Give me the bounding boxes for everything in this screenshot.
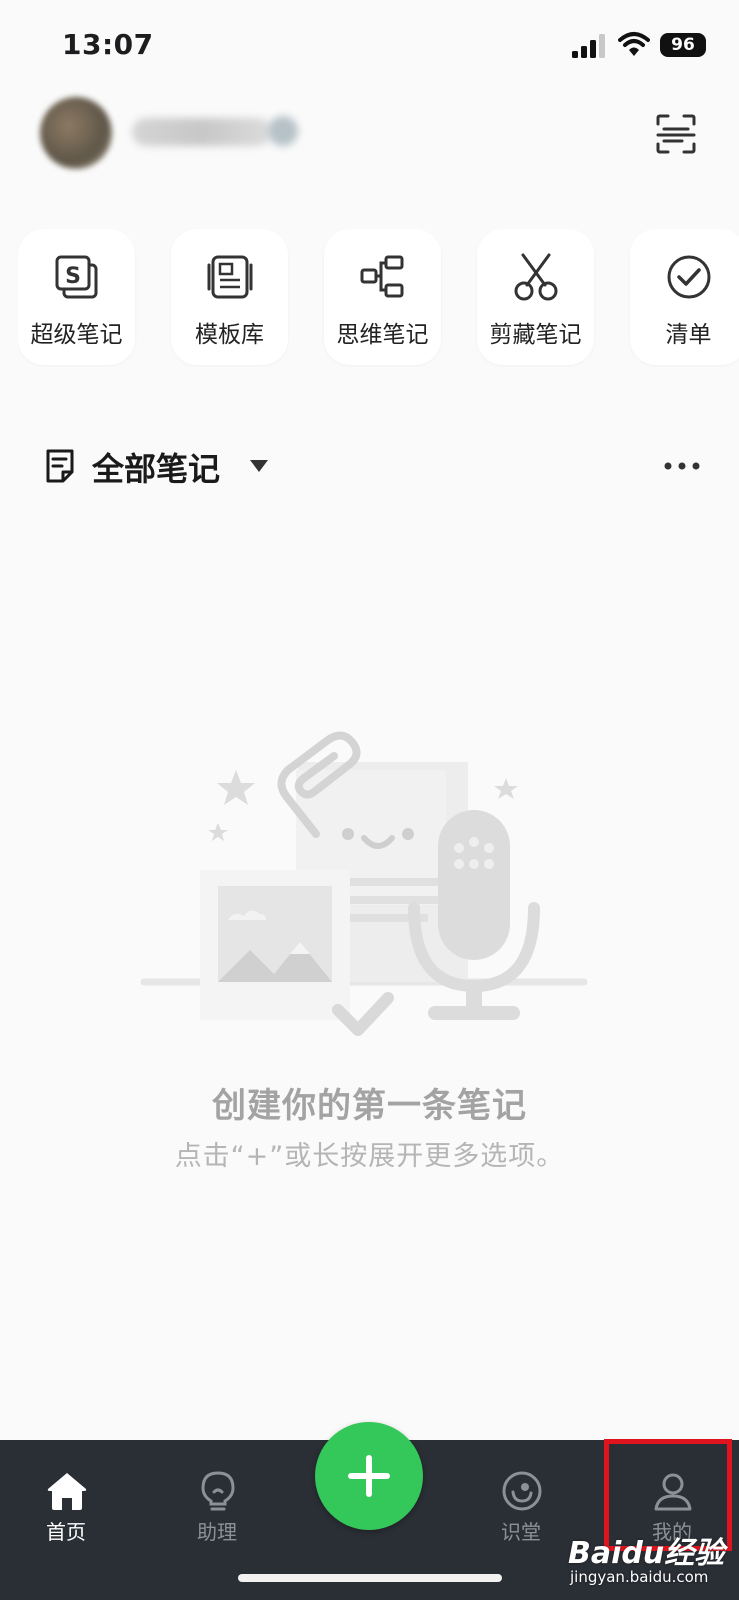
note-list-icon — [46, 449, 74, 483]
shortcut-label: 超级笔记 — [30, 322, 123, 348]
shortcut-clip[interactable]: 剪藏笔记 — [477, 229, 594, 365]
baidu-watermark: Baidu经验 jingyan.baidu.com — [566, 1528, 736, 1588]
svg-text:S: S — [65, 264, 81, 289]
empty-notes-illustration — [140, 731, 588, 1036]
battery-indicator: 96 — [660, 33, 706, 57]
checklist-icon — [667, 255, 711, 299]
tab-label: 识堂 — [501, 1520, 541, 1544]
tab-assistant[interactable]: 助理 — [157, 1440, 277, 1550]
shortcut-row: S 超级笔记 模板库 思维笔记 剪藏笔记 清单 — [18, 229, 739, 367]
shortcut-super-note[interactable]: S 超级笔记 — [18, 229, 135, 365]
status-time: 13:07 — [62, 28, 154, 61]
chevron-down-icon[interactable] — [250, 460, 268, 472]
notes-filter-title[interactable]: 全部笔记 — [92, 444, 220, 490]
avatar[interactable] — [40, 97, 112, 169]
plus-icon — [348, 1455, 390, 1497]
shortcut-label: 剪藏笔记 — [489, 322, 582, 348]
verified-badge-icon — [268, 116, 298, 146]
shortcut-label: 清单 — [665, 322, 712, 348]
tab-label: 助理 — [197, 1520, 237, 1544]
shortcut-template[interactable]: 模板库 — [171, 229, 288, 365]
lightbulb-icon — [201, 1471, 235, 1511]
more-options-icon[interactable] — [662, 460, 702, 472]
tab-home[interactable]: 首页 — [6, 1440, 126, 1550]
empty-state-title: 创建你的第一条笔记 — [212, 1086, 527, 1126]
shortcut-label: 思维笔记 — [336, 322, 429, 348]
shortcut-mindmap[interactable]: 思维笔记 — [324, 229, 441, 365]
shortcut-label: 模板库 — [195, 322, 264, 348]
home-indicator[interactable] — [238, 1574, 502, 1582]
watermark-logo: Baidu经验 — [568, 1536, 725, 1571]
empty-state-subtitle: 点击“+”或长按展开更多选项。 — [174, 1141, 565, 1172]
super-note-icon: S — [55, 255, 98, 299]
mindmap-icon — [360, 255, 404, 298]
scissors-icon — [514, 253, 558, 301]
tab-label: 首页 — [46, 1520, 86, 1544]
home-icon — [47, 1473, 87, 1510]
create-note-button[interactable] — [315, 1422, 423, 1530]
shortcut-checklist[interactable]: 清单 — [630, 229, 739, 365]
template-icon — [207, 255, 253, 299]
username-blurred[interactable] — [132, 118, 272, 146]
wifi-icon — [618, 32, 650, 56]
status-bar: 13:07 96 — [0, 0, 739, 92]
notes-section-header: 全部笔记 — [44, 442, 704, 490]
watermark-url: jingyan.baidu.com — [570, 1568, 709, 1586]
scan-icon[interactable] — [652, 110, 700, 158]
tab-learning[interactable]: 识堂 — [461, 1440, 581, 1550]
cellular-signal-icon — [572, 34, 605, 58]
learning-icon — [502, 1471, 542, 1511]
